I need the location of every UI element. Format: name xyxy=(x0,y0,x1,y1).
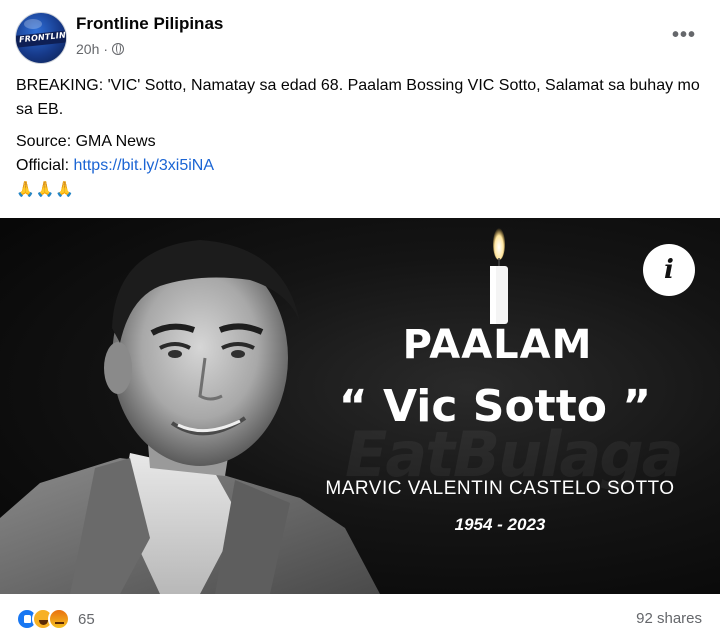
post-footer: 65 92 shares xyxy=(0,600,720,638)
image-headline: PAALAM xyxy=(402,322,593,368)
source-text: Source: GMA News xyxy=(16,133,156,150)
reaction-count[interactable]: 65 xyxy=(78,611,95,628)
more-options-button[interactable]: ••• xyxy=(672,24,696,47)
official-label: Official: xyxy=(16,157,74,174)
meta-separator: · xyxy=(103,41,109,57)
candle-icon xyxy=(490,228,508,324)
image-years: 1954 - 2023 xyxy=(454,515,546,534)
post-header: FRONTLINE Frontline Pilipinas 20h · ••• xyxy=(0,0,720,70)
reactions-summary[interactable]: 65 xyxy=(16,608,95,630)
page-name-link[interactable]: Frontline Pilipinas xyxy=(76,14,223,34)
official-link[interactable]: https://bit.ly/3xi5iNA xyxy=(74,157,215,174)
post-image[interactable]: EatBulaga i PAALAM “ Vic Sotto ” MARVIC … xyxy=(0,218,720,594)
info-icon: i xyxy=(664,255,674,285)
praying-hands-emoji: 🙏🙏🙏 xyxy=(16,181,76,198)
post-text: BREAKING: 'VIC' Sotto, Namatay sa edad 6… xyxy=(16,77,700,118)
shares-count[interactable]: 92 shares xyxy=(636,610,702,627)
image-full-name: MARVIC VALENTIN CASTELO SOTTO xyxy=(325,478,675,499)
post-source: Source: GMA News Official: https://bit.l… xyxy=(16,130,706,202)
post-meta: 20h · xyxy=(76,41,125,57)
post-body: BREAKING: 'VIC' Sotto, Namatay sa edad 6… xyxy=(16,74,706,202)
post-time[interactable]: 20h xyxy=(76,41,99,57)
avatar-glow xyxy=(24,19,42,29)
image-name-quoted: “ Vic Sotto ” xyxy=(338,381,652,432)
angry-icon xyxy=(48,608,70,630)
page-avatar[interactable]: FRONTLINE xyxy=(15,12,67,64)
info-button[interactable]: i xyxy=(643,244,695,296)
globe-icon xyxy=(112,43,125,55)
